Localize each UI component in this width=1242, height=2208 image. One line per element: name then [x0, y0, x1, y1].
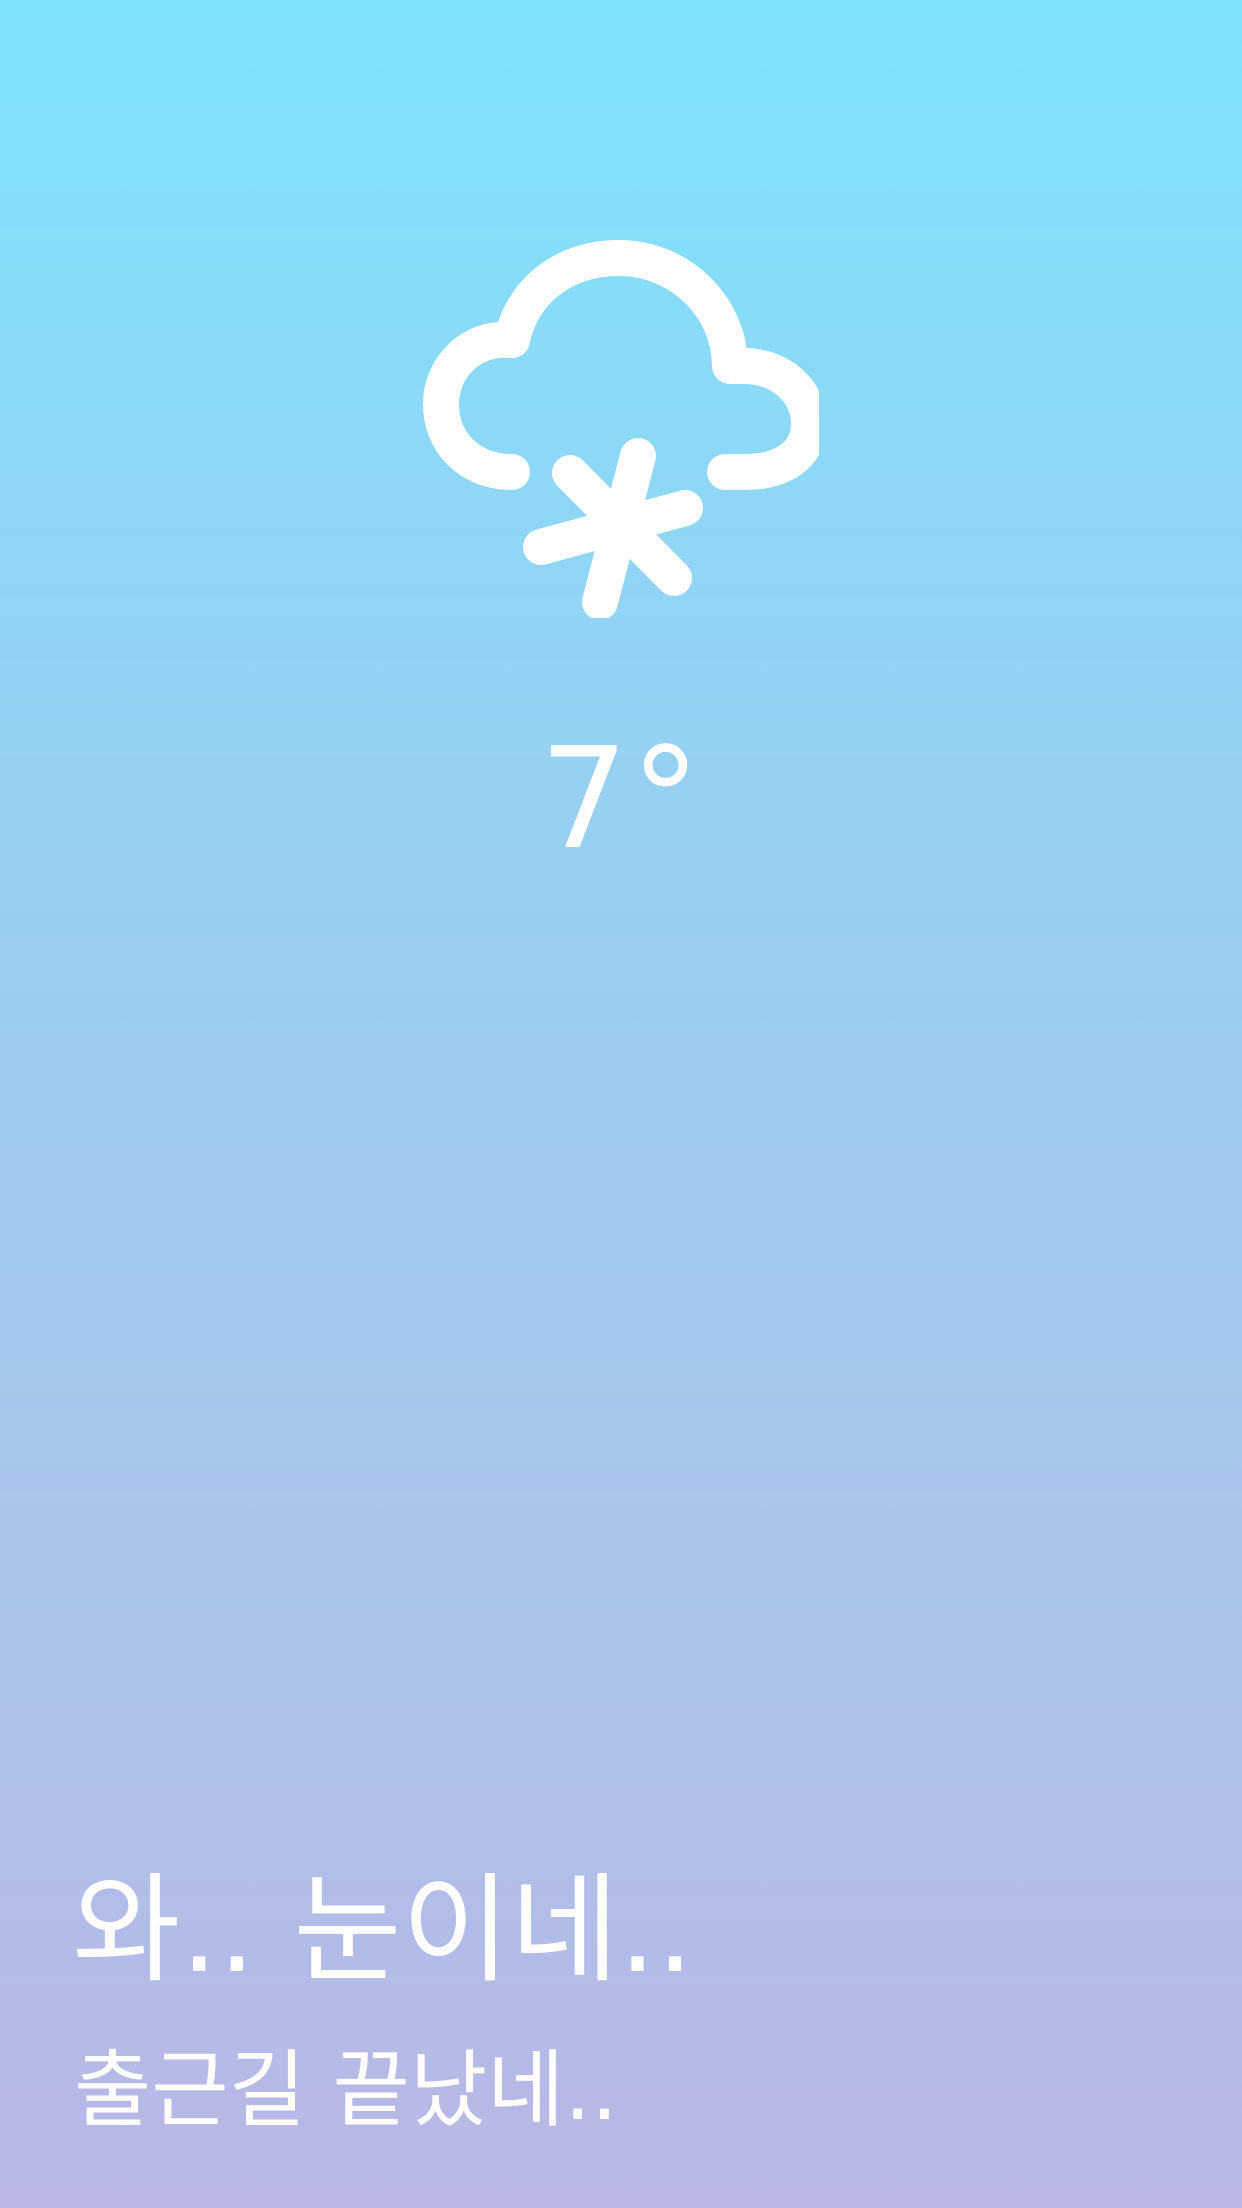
cloud-outline — [423, 240, 819, 490]
weather-message-headline: 와.. 눈이네.. — [72, 1861, 694, 1999]
temperature-value: 7° — [539, 718, 703, 881]
weather-message-subline: 출근길 끝났네.. — [74, 2041, 618, 2139]
snow-cloud-icon — [423, 240, 819, 618]
